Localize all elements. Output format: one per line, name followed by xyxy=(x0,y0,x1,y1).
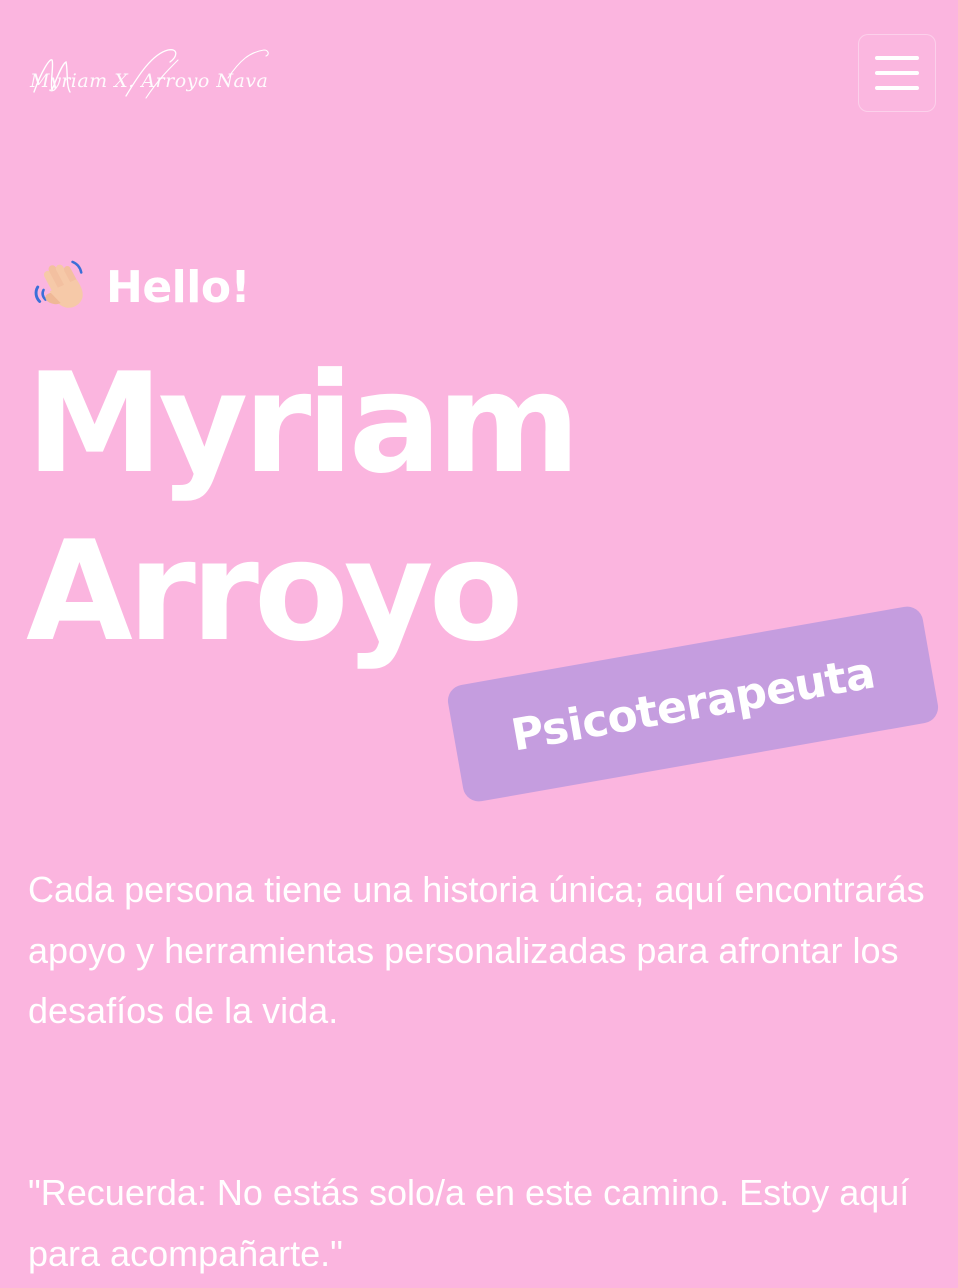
intro-text: Cada persona tiene una historia única; a… xyxy=(28,869,925,1031)
name-last: Arroyo xyxy=(26,511,523,672)
logo-text: Myriam X. Arroyo Nava xyxy=(30,70,269,92)
site-logo[interactable]: Myriam X. Arroyo Nava xyxy=(28,40,278,110)
page-title: Myriam Arroyo xyxy=(26,340,581,676)
waving-hand-icon xyxy=(34,260,83,308)
greeting: Hello! xyxy=(30,258,251,316)
hamburger-menu-icon-bar xyxy=(875,86,919,90)
menu-button[interactable] xyxy=(858,34,936,112)
hamburger-menu-icon xyxy=(875,56,919,60)
quote-text: "Recuerda: No estás solo/a en este camin… xyxy=(28,1172,910,1274)
greeting-text: Hello! xyxy=(106,261,251,313)
page: Myriam X. Arroyo Nava Hello! Myriam Arro… xyxy=(0,0,958,1288)
name-first: Myriam xyxy=(26,343,581,504)
hamburger-menu-icon-bar xyxy=(875,71,919,75)
